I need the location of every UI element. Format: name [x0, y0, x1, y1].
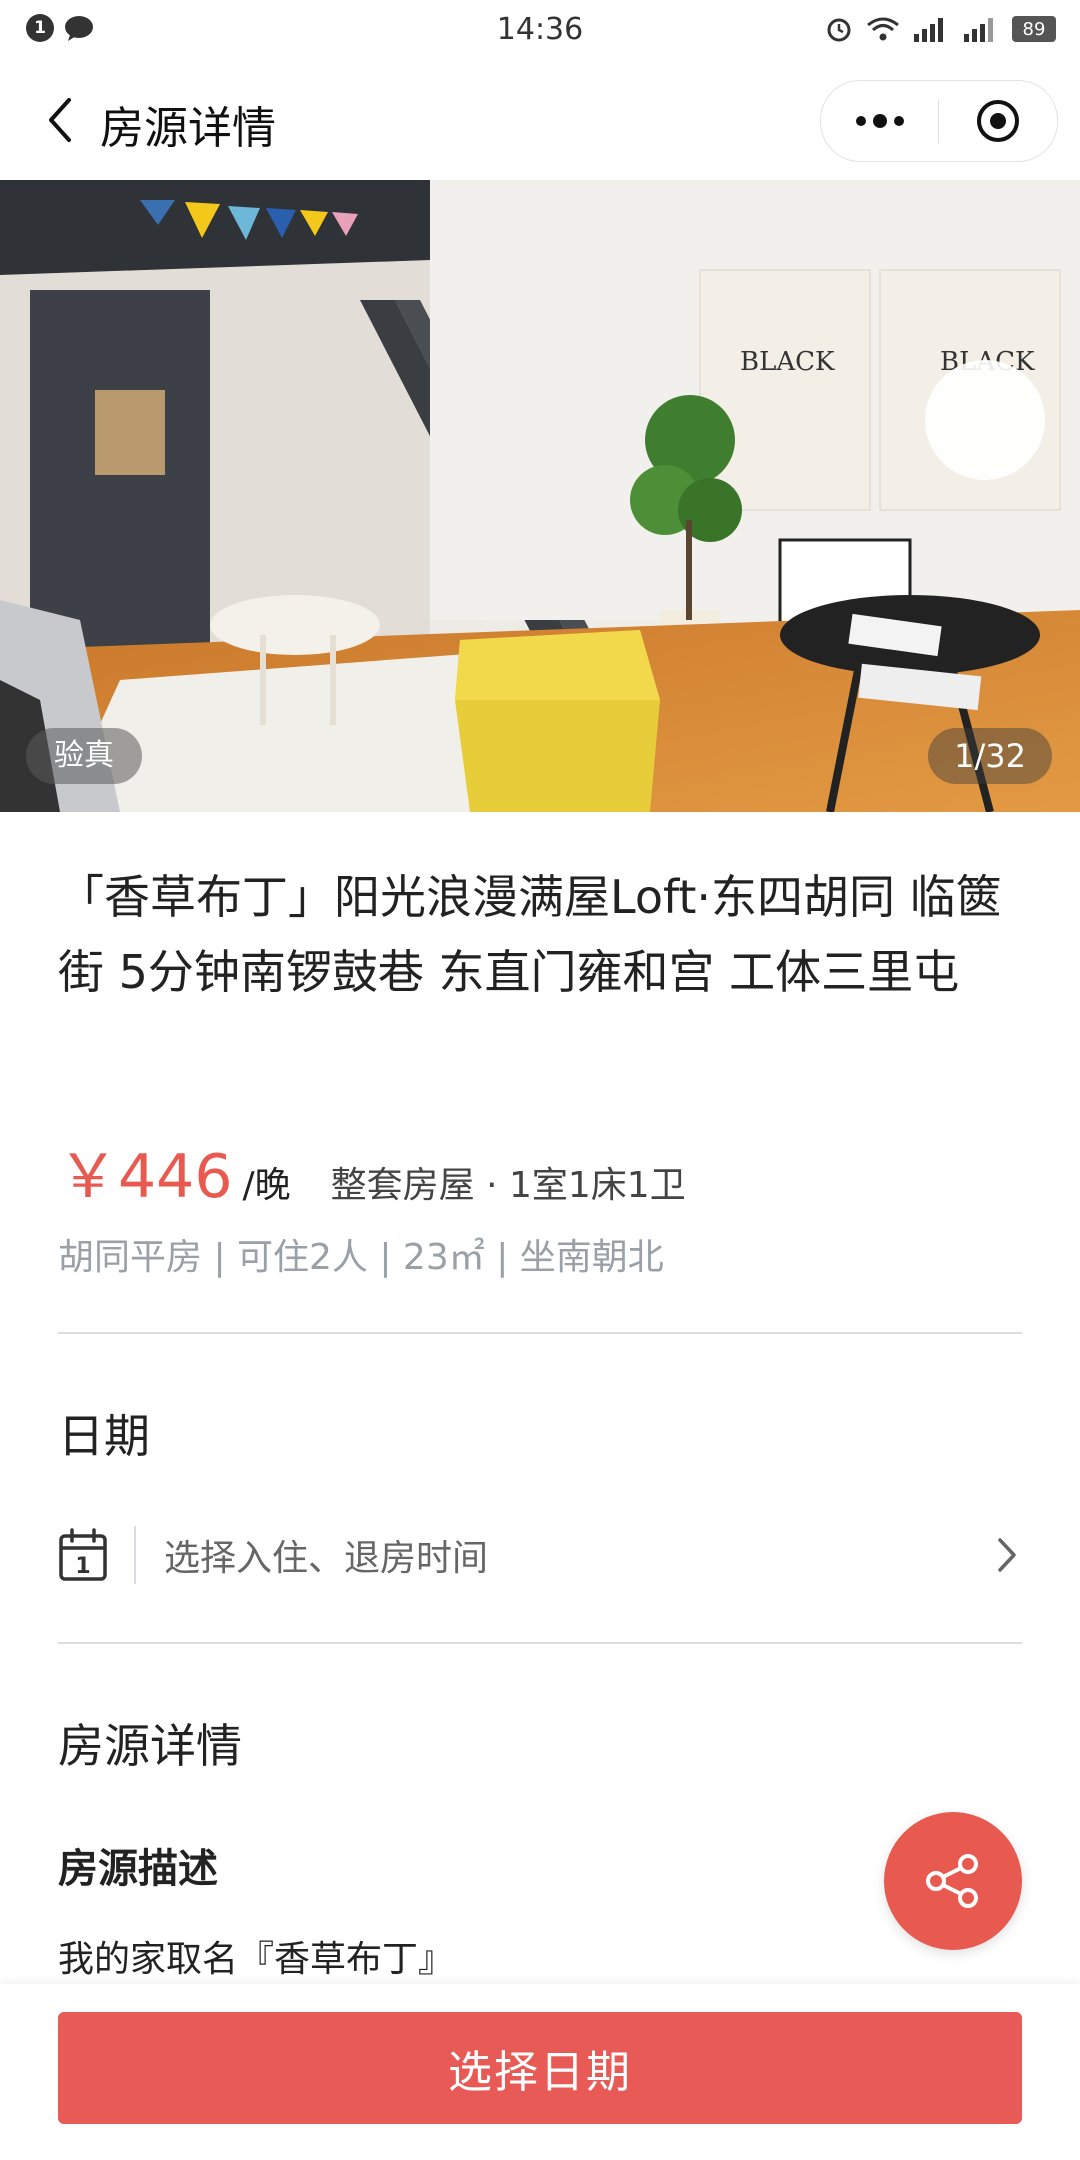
listing-title: 「香草布丁」阳光浪漫满屋Loft·东四胡同 临篋街 5分钟南锣鼓巷 东直门雍和宫…	[58, 870, 1002, 999]
share-icon	[926, 1854, 978, 1908]
miniprogram-capsule	[820, 80, 1058, 162]
date-section-title: 日期	[58, 1409, 150, 1463]
details-section-title: 房源详情	[58, 1719, 242, 1773]
calendar-day: 1	[75, 1554, 90, 1579]
room-type: 整套房屋 · 1室1床1卫	[330, 1165, 686, 1206]
share-button[interactable]	[884, 1812, 1022, 1950]
more-button[interactable]	[821, 81, 938, 161]
listing-info: 「香草布丁」阳光浪漫满屋Loft·东四胡同 临篋街 5分钟南锣鼓巷 东直门雍和宫…	[58, 860, 1022, 1010]
signal-icon-2	[964, 18, 993, 42]
bottom-bar: 选择日期	[0, 1984, 1080, 2160]
divider	[58, 1642, 1022, 1644]
chevron-right-icon	[992, 1535, 1022, 1575]
date-picker-row[interactable]: 1 选择入住、退房时间	[58, 1520, 1022, 1590]
divider	[58, 1332, 1022, 1334]
calendar-icon: 1	[58, 1528, 108, 1582]
more-dots-icon	[855, 114, 904, 128]
wifi-icon	[867, 17, 899, 41]
select-date-button[interactable]: 选择日期	[58, 2012, 1022, 2124]
close-miniprogram-button[interactable]	[939, 81, 1056, 161]
back-button[interactable]	[30, 90, 90, 150]
verified-badge: 验真	[26, 728, 142, 784]
price-unit: /晚	[242, 1165, 291, 1206]
chevron-left-icon	[49, 98, 71, 142]
photo-counter: 1/32	[928, 728, 1052, 784]
date-row-separator	[134, 1526, 136, 1584]
status-bar: 1 14:36 89	[0, 0, 1080, 60]
status-indicators: 89	[824, 14, 1056, 44]
svg-text:BLACK: BLACK	[740, 347, 835, 377]
battery-indicator: 89	[1012, 16, 1056, 42]
listing-photo-gallery[interactable]: BLACK BLACK 验真 1/32	[0, 180, 1080, 812]
description-text: 我的家取名『香草布丁』	[58, 1939, 455, 1980]
date-placeholder: 选择入住、退房时间	[164, 1538, 489, 1579]
description-heading: 房源描述	[58, 1846, 218, 1892]
listing-photo: BLACK BLACK	[0, 180, 1080, 812]
target-icon	[976, 100, 1019, 142]
price-row: ￥446 /晚 整套房屋 · 1室1床1卫	[58, 1128, 686, 1215]
alarm-icon	[827, 18, 851, 42]
price: ￥446	[58, 1142, 233, 1212]
nav-bar: 房源详情	[0, 60, 1080, 180]
page-title: 房源详情	[100, 103, 276, 154]
listing-attributes: 胡同平房 | 可住2人 | 23㎡ | 坐南朝北	[58, 1237, 664, 1278]
signal-icon	[914, 18, 943, 42]
